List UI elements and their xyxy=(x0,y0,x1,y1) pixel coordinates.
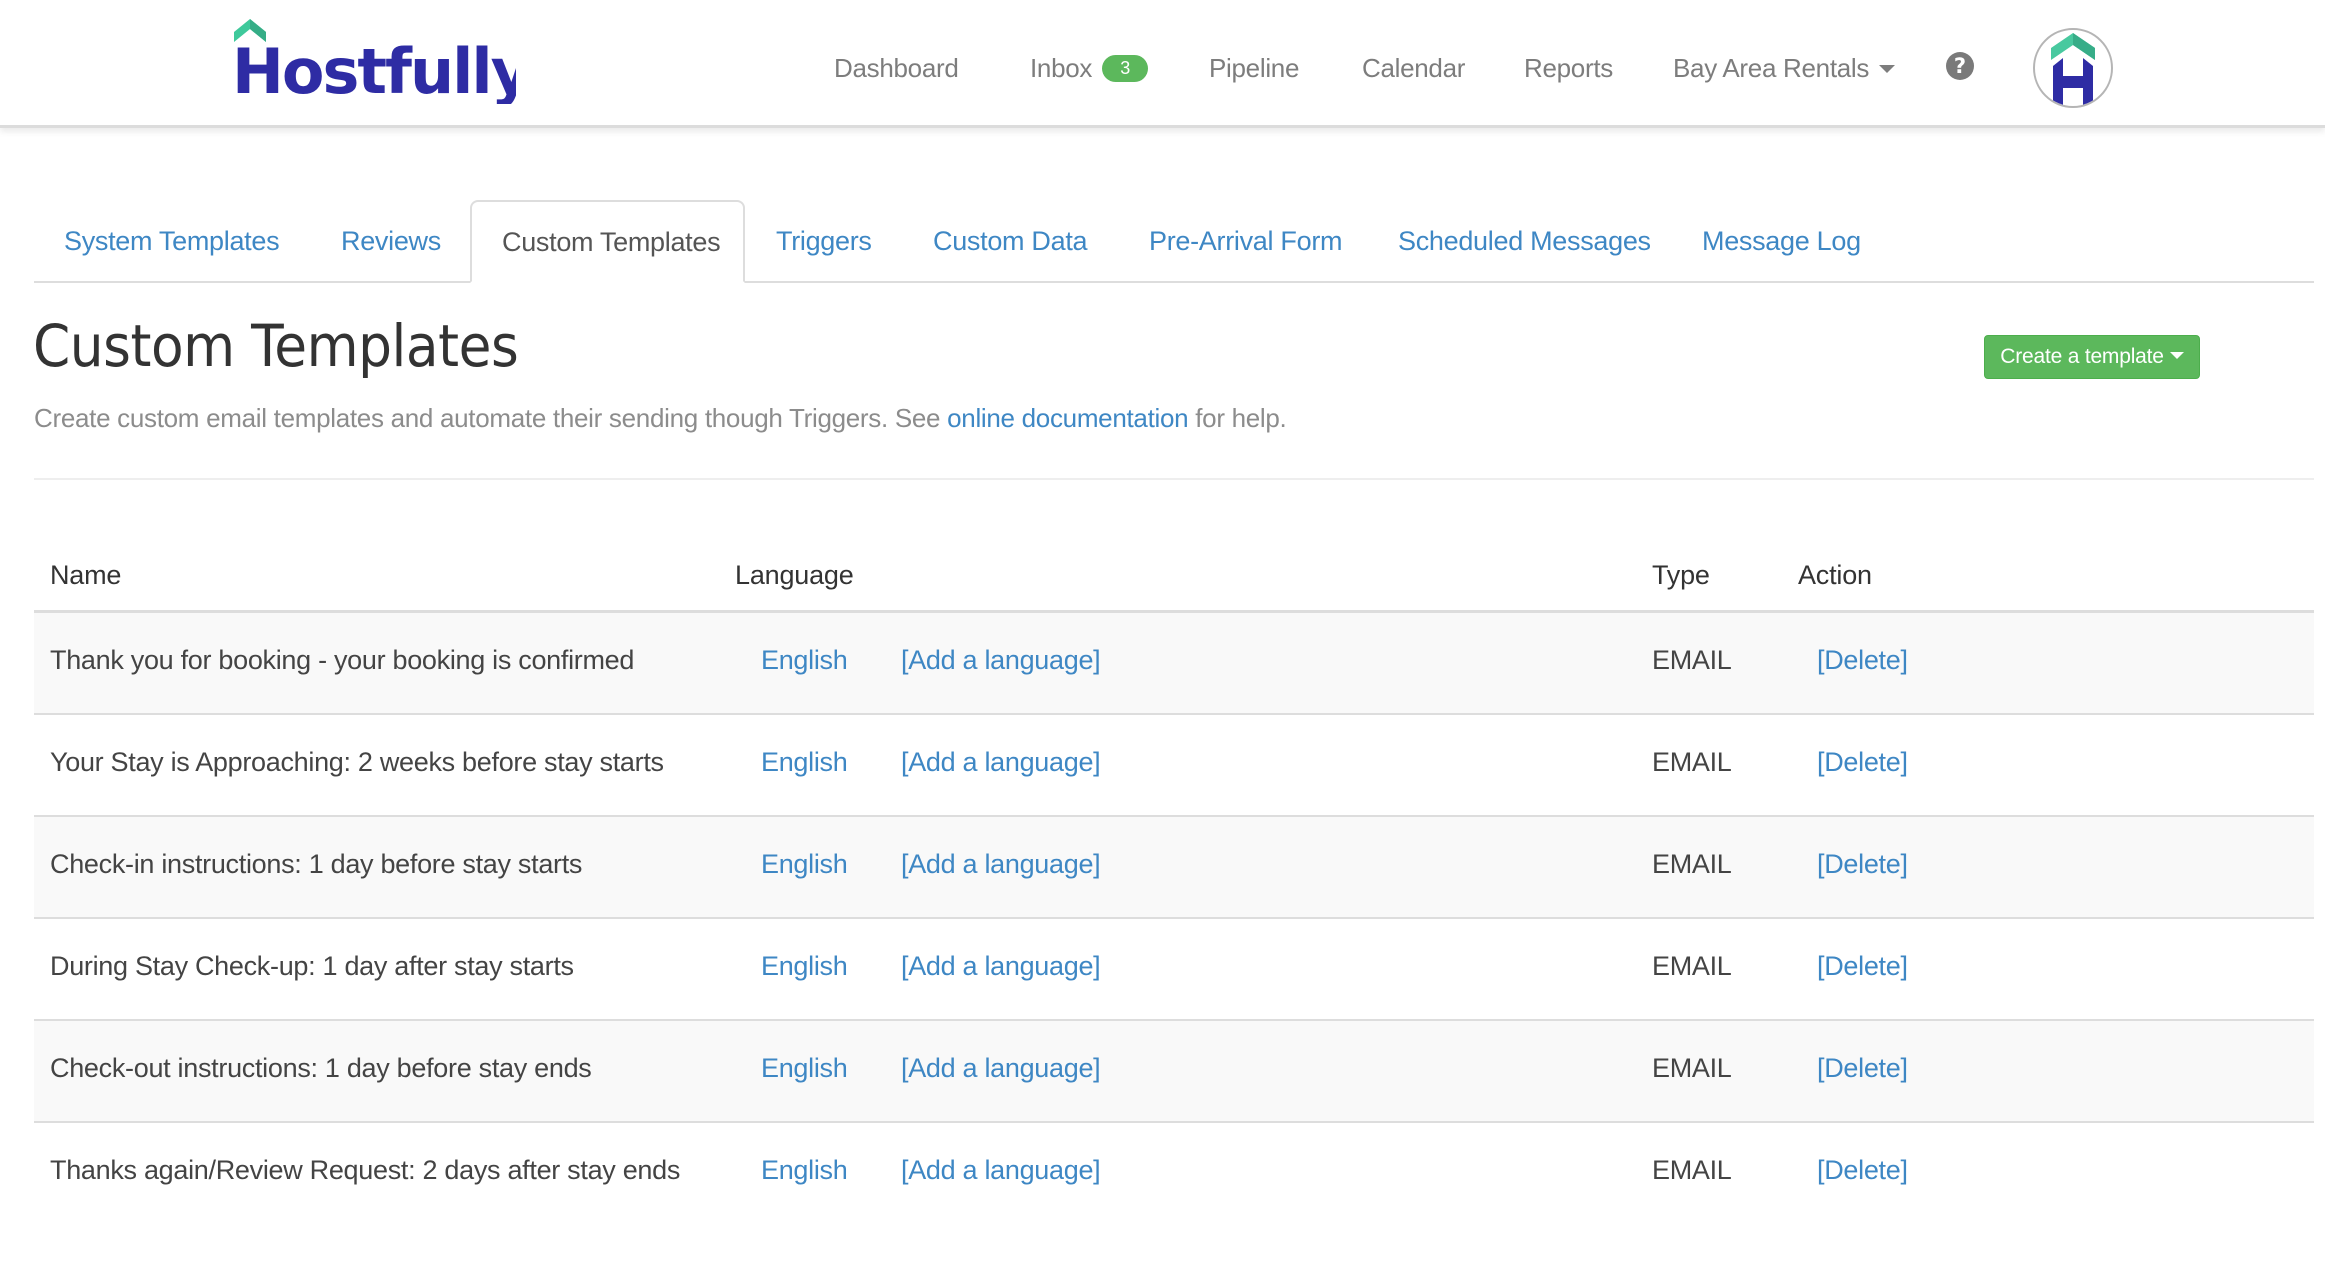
question-circle-icon[interactable]: ? xyxy=(1946,52,1974,80)
add-language-link[interactable]: [Add a language] xyxy=(901,1053,1101,1084)
table-header: Name Language Type Action xyxy=(34,540,2314,613)
language-link[interactable]: English xyxy=(761,645,848,676)
language-link[interactable]: English xyxy=(761,1155,848,1186)
account-dropdown[interactable]: Bay Area Rentals xyxy=(1673,50,1896,86)
add-language-link[interactable]: [Add a language] xyxy=(901,747,1101,778)
delete-link[interactable]: [Delete] xyxy=(1817,1155,1908,1186)
delete-link[interactable]: [Delete] xyxy=(1817,747,1908,778)
nav-pipeline[interactable]: Pipeline xyxy=(1209,50,1299,86)
add-language-link[interactable]: [Add a language] xyxy=(901,645,1101,676)
delete-link[interactable]: [Delete] xyxy=(1817,645,1908,676)
section-divider xyxy=(34,478,2314,480)
tab-reviews[interactable]: Reviews xyxy=(311,200,471,283)
nav-inbox-label: Inbox xyxy=(1030,53,1093,83)
language-link[interactable]: English xyxy=(761,747,848,778)
hostfully-h-logo-icon xyxy=(2051,33,2095,106)
nav-calendar-label: Calendar xyxy=(1362,53,1466,83)
table-row: Your Stay is Approaching: 2 weeks before… xyxy=(34,715,2314,817)
user-avatar[interactable] xyxy=(2033,28,2113,108)
create-template-button[interactable]: Create a template xyxy=(1984,335,2200,379)
template-name: Thank you for booking - your booking is … xyxy=(50,645,635,675)
add-language-link[interactable]: [Add a language] xyxy=(901,951,1101,982)
template-type: EMAIL xyxy=(1652,951,1732,981)
page-subtitle: Create custom email templates and automa… xyxy=(34,403,1287,434)
custom-templates-table: Name Language Type Action Thank you for … xyxy=(34,540,2314,1225)
table-row: Thank you for booking - your booking is … xyxy=(34,613,2314,715)
add-language-link[interactable]: [Add a language] xyxy=(901,849,1101,880)
template-name: Your Stay is Approaching: 2 weeks before… xyxy=(50,747,664,777)
nav-dashboard[interactable]: Dashboard xyxy=(834,50,959,86)
top-navbar: Hostfully Dashboard Inbox 3 Pipeline Cale… xyxy=(0,0,2325,128)
tab-pre-arrival-form[interactable]: Pre-Arrival Form xyxy=(1119,200,1372,283)
template-name: Check-in instructions: 1 day before stay… xyxy=(50,849,583,879)
template-name: During Stay Check-up: 1 day after stay s… xyxy=(50,951,574,981)
subtitle-text-end: for help. xyxy=(1188,403,1287,433)
online-documentation-link[interactable]: online documentation xyxy=(947,403,1188,433)
template-type: EMAIL xyxy=(1652,1155,1732,1185)
delete-link[interactable]: [Delete] xyxy=(1817,1053,1908,1084)
language-link[interactable]: English xyxy=(761,951,848,982)
subtitle-text: Create custom email templates and automa… xyxy=(34,403,948,433)
template-type: EMAIL xyxy=(1652,747,1732,777)
column-header-language[interactable]: Language xyxy=(735,560,854,591)
language-link[interactable]: English xyxy=(761,1053,848,1084)
column-header-action: Action xyxy=(1798,560,1872,590)
language-link[interactable]: English xyxy=(761,849,848,880)
caret-down-icon xyxy=(1879,64,1896,73)
tab-message-log[interactable]: Message Log xyxy=(1672,200,1891,283)
hostfully-logo[interactable]: Hostfully xyxy=(232,18,516,104)
nav-pipeline-label: Pipeline xyxy=(1209,53,1300,83)
table-row: Check-out instructions: 1 day before sta… xyxy=(34,1021,2314,1123)
table-row: Thanks again/Review Request: 2 days afte… xyxy=(34,1123,2314,1225)
table-row: Check-in instructions: 1 day before stay… xyxy=(34,817,2314,919)
template-name: Check-out instructions: 1 day before sta… xyxy=(50,1053,592,1083)
template-type: EMAIL xyxy=(1652,849,1732,879)
column-header-name[interactable]: Name xyxy=(50,560,121,591)
inbox-unread-badge: 3 xyxy=(1102,54,1149,82)
tab-scheduled-messages[interactable]: Scheduled Messages xyxy=(1368,200,1681,283)
table-row: During Stay Check-up: 1 day after stay s… xyxy=(34,919,2314,1021)
nav-reports-label: Reports xyxy=(1524,53,1613,83)
delete-link[interactable]: [Delete] xyxy=(1817,849,1908,880)
tab-custom-templates[interactable]: Custom Templates xyxy=(470,200,745,283)
column-header-type[interactable]: Type xyxy=(1652,560,1710,591)
nav-calendar[interactable]: Calendar xyxy=(1362,50,1465,86)
add-language-link[interactable]: [Add a language] xyxy=(901,1155,1101,1186)
nav-inbox[interactable]: Inbox 3 xyxy=(1030,50,1149,86)
tab-custom-data[interactable]: Custom Data xyxy=(903,200,1117,283)
nav-dashboard-label: Dashboard xyxy=(834,53,959,83)
hostfully-logo-icon: Hostfully xyxy=(232,19,516,104)
create-template-label: Create a template xyxy=(2000,345,2164,368)
account-dropdown-label: Bay Area Rentals xyxy=(1673,53,1870,83)
page-title: Custom Templates xyxy=(33,312,519,380)
svg-text:Hostfully: Hostfully xyxy=(232,35,516,104)
nav-reports[interactable]: Reports xyxy=(1524,50,1613,86)
template-type: EMAIL xyxy=(1652,1053,1732,1083)
caret-down-icon xyxy=(2169,352,2184,360)
template-name: Thanks again/Review Request: 2 days afte… xyxy=(50,1155,681,1185)
tab-triggers[interactable]: Triggers xyxy=(746,200,902,283)
tab-system-templates[interactable]: System Templates xyxy=(34,200,309,283)
delete-link[interactable]: [Delete] xyxy=(1817,951,1908,982)
template-type: EMAIL xyxy=(1652,645,1732,675)
template-tabs: System Templates Reviews Custom Template… xyxy=(34,200,2314,283)
